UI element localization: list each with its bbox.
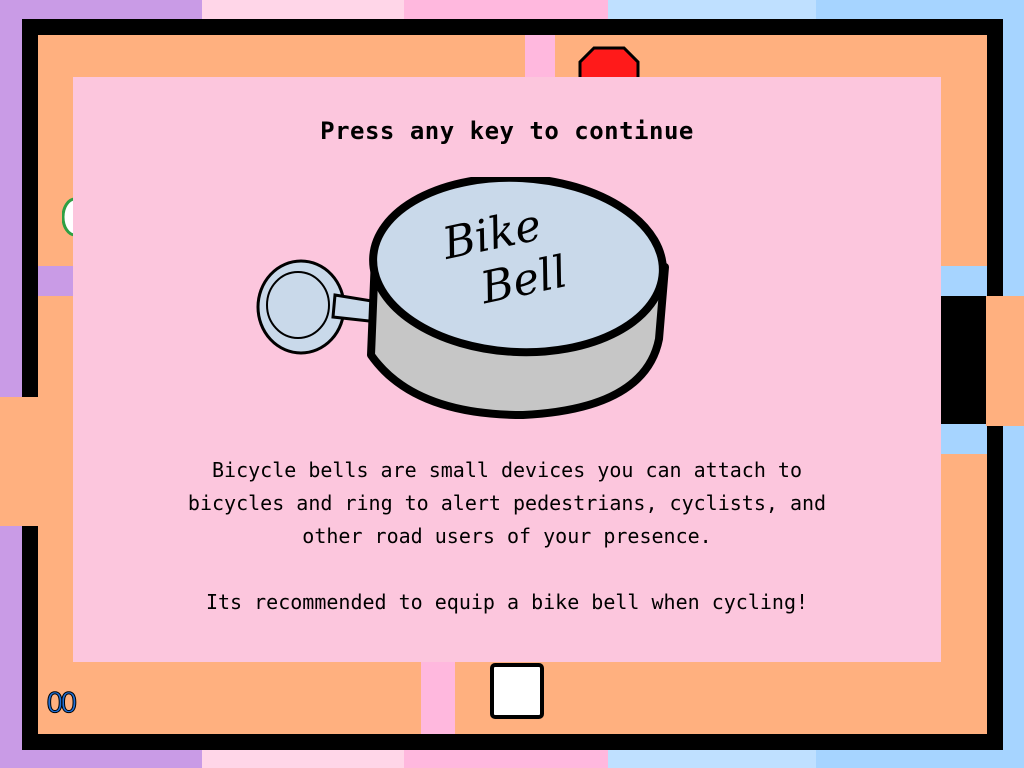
corridor-right [934,266,987,296]
continue-prompt: Press any key to continue [320,117,694,145]
item-tip: Its recommended to equip a bike bell whe… [205,590,809,614]
exit-left [0,397,38,526]
corridor-bottom [421,659,455,734]
exit-right [986,296,1024,426]
score-counter: 00 [46,686,79,720]
game-screen: { "game": { "counter": "00", "dialog": {… [0,0,1024,768]
description-line: bicycles and ring to alert pedestrians, … [187,491,827,515]
bike-bell-illustration: Bike Bell [256,177,669,419]
item-description: Bicycle bells are small devices you can … [73,454,941,553]
player-square[interactable] [490,663,544,719]
description-line: Bicycle bells are small devices you can … [211,458,802,482]
description-line: other road users of your presence. [302,524,712,548]
corridor-right-lower [934,424,987,454]
item-info-dialog[interactable]: Press any key to continue Bike Bell Bicy… [73,77,941,662]
